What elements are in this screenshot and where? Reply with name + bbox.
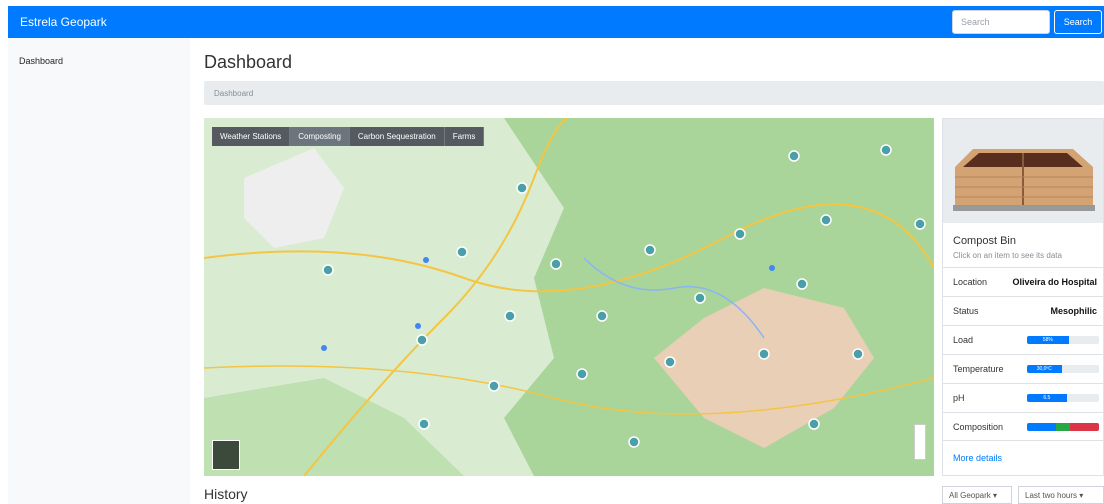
map-marker[interactable] bbox=[416, 334, 428, 346]
main-content: Dashboard Dashboard Weather Stations Com… bbox=[190, 38, 1104, 504]
region-select-value: All Geopark bbox=[949, 491, 991, 500]
chevron-down-icon: ▾ bbox=[1079, 491, 1084, 500]
map-marker[interactable] bbox=[852, 348, 864, 360]
map-marker[interactable] bbox=[516, 182, 528, 194]
map-layer-tabs: Weather Stations Composting Carbon Seque… bbox=[212, 127, 485, 146]
map-marker[interactable] bbox=[596, 310, 608, 322]
map-marker[interactable] bbox=[664, 356, 676, 368]
ph-bar: 6.5 bbox=[1027, 394, 1099, 402]
tab-weather-stations[interactable]: Weather Stations bbox=[212, 127, 291, 146]
map-marker[interactable] bbox=[322, 264, 334, 276]
location-label: Location bbox=[953, 277, 988, 287]
map-marker[interactable] bbox=[576, 368, 588, 380]
breadcrumb: Dashboard bbox=[204, 81, 1104, 105]
temperature-bar: 30,0ºC bbox=[1027, 365, 1099, 373]
ph-label: pH bbox=[953, 393, 965, 403]
page-title: Dashboard bbox=[204, 52, 293, 72]
load-bar: 58% bbox=[1027, 336, 1099, 344]
map-marker[interactable] bbox=[644, 244, 656, 256]
urban-area bbox=[244, 148, 344, 248]
composition-label: Composition bbox=[953, 421, 1004, 432]
chevron-down-icon: ▾ bbox=[993, 491, 998, 500]
period-select-value: Last two hours bbox=[1025, 491, 1078, 500]
map-marker[interactable] bbox=[550, 258, 562, 270]
temperature-bar-fill: 30,0ºC bbox=[1027, 365, 1062, 373]
search-form: Search bbox=[952, 10, 1104, 34]
map-view[interactable]: Weather Stations Composting Carbon Seque… bbox=[204, 118, 934, 476]
ph-bar-fill: 6.5 bbox=[1027, 394, 1067, 402]
temperature-label: Temperature bbox=[953, 364, 1004, 374]
brand-title[interactable]: Estrela Geopark bbox=[8, 15, 107, 29]
card-title: Compost Bin bbox=[953, 235, 1016, 247]
temperature-row: Temperature 30,0ºC bbox=[943, 354, 1103, 383]
status-label: Status bbox=[953, 306, 979, 316]
map-marker[interactable] bbox=[418, 418, 430, 430]
status-row: Status Mesophilic bbox=[943, 296, 1103, 325]
location-row: Location Oliveira do Hospital bbox=[943, 267, 1103, 296]
map-marker[interactable] bbox=[914, 218, 926, 230]
composition-bar bbox=[1027, 422, 1099, 431]
top-navbar: Estrela Geopark Search bbox=[8, 6, 1104, 38]
search-button[interactable]: Search bbox=[1054, 10, 1102, 34]
compost-bin-illustration bbox=[953, 149, 1095, 211]
weather-station-marker[interactable] bbox=[321, 345, 327, 351]
composition-segment bbox=[1070, 422, 1099, 431]
map-marker[interactable] bbox=[820, 214, 832, 226]
map-marker[interactable] bbox=[788, 150, 800, 162]
composition-row: Composition bbox=[943, 412, 1103, 441]
search-input[interactable] bbox=[952, 10, 1050, 34]
map-marker[interactable] bbox=[456, 246, 468, 258]
status-value: Mesophilic bbox=[1050, 306, 1097, 316]
map-marker[interactable] bbox=[628, 436, 640, 448]
map-marker[interactable] bbox=[758, 348, 770, 360]
weather-station-marker[interactable] bbox=[423, 257, 429, 263]
composition-segment bbox=[1027, 422, 1056, 431]
composition-segment bbox=[1055, 422, 1071, 431]
zoom-control[interactable] bbox=[914, 424, 926, 460]
load-bar-fill: 58% bbox=[1027, 336, 1069, 344]
history-title: History bbox=[204, 486, 248, 502]
load-label: Load bbox=[953, 335, 974, 345]
region-select[interactable]: All Geopark ▾ bbox=[942, 486, 1012, 504]
sidebar-item-dashboard[interactable]: Dashboard bbox=[8, 38, 190, 66]
tab-carbon-sequestration[interactable]: Carbon Sequestration bbox=[349, 127, 445, 146]
map-marker[interactable] bbox=[734, 228, 746, 240]
map-marker[interactable] bbox=[880, 144, 892, 156]
card-subtitle: Click on an item to see its data bbox=[953, 251, 1062, 260]
tab-farms[interactable]: Farms bbox=[444, 127, 485, 146]
weather-station-marker[interactable] bbox=[415, 323, 421, 329]
map-canvas bbox=[204, 118, 934, 476]
map-marker[interactable] bbox=[694, 292, 706, 304]
location-value: Oliveira do Hospital bbox=[1012, 277, 1097, 287]
map-marker[interactable] bbox=[488, 380, 500, 392]
period-select[interactable]: Last two hours ▾ bbox=[1018, 486, 1104, 504]
more-details-link[interactable]: More details bbox=[953, 453, 1002, 463]
map-marker[interactable] bbox=[796, 278, 808, 290]
map-marker[interactable] bbox=[504, 310, 516, 322]
ph-row: pH 6.5 bbox=[943, 383, 1103, 412]
weather-station-marker[interactable] bbox=[769, 265, 775, 271]
map-marker[interactable] bbox=[808, 418, 820, 430]
load-row: Load 58% bbox=[943, 325, 1103, 354]
satellite-layer-toggle[interactable] bbox=[212, 440, 240, 470]
compost-bin-image bbox=[943, 119, 1103, 223]
compost-bin-card: Compost Bin Click on an item to see its … bbox=[942, 118, 1104, 476]
tab-composting[interactable]: Composting bbox=[290, 127, 350, 146]
sidebar: Dashboard bbox=[8, 38, 190, 504]
